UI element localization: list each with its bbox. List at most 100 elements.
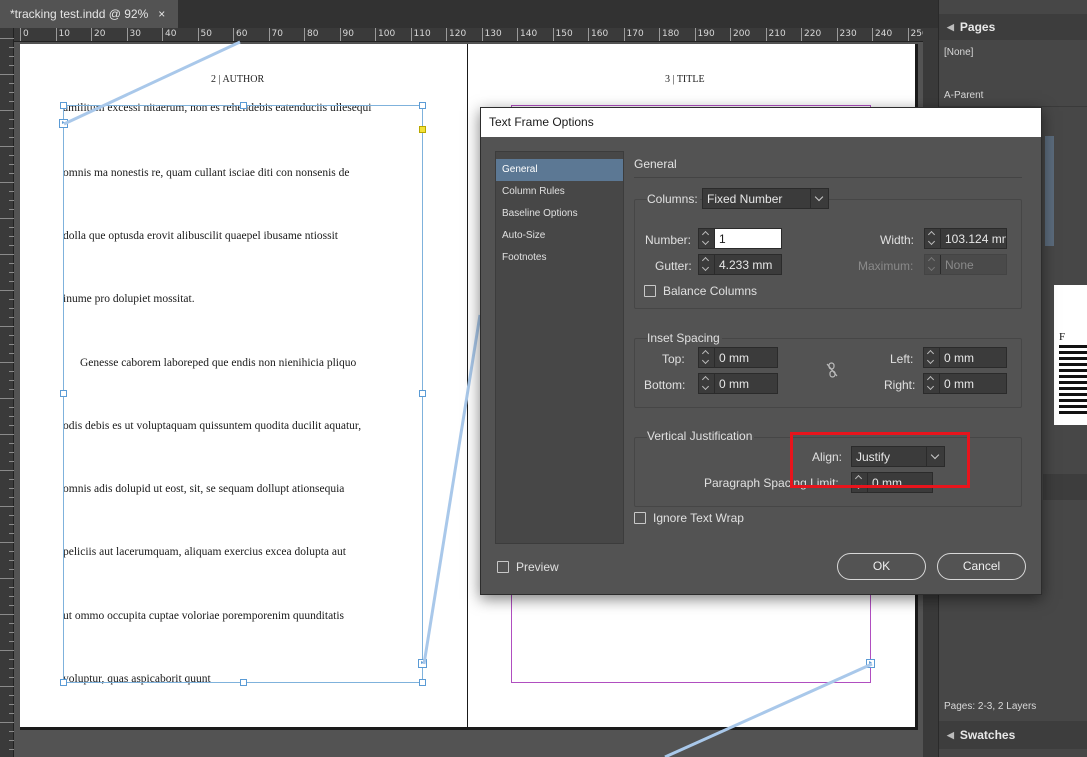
in-port-icon[interactable]: ▸	[59, 119, 68, 128]
out-port-icon[interactable]: ▸	[418, 659, 427, 668]
inset-left-stepper[interactable]	[924, 348, 940, 367]
ok-button[interactable]: OK	[837, 553, 926, 580]
ruler-tick	[0, 578, 14, 579]
inset-top-field[interactable]	[698, 347, 778, 368]
ruler-tick-label: 140	[517, 28, 537, 41]
a-parent-label[interactable]: A-Parent	[944, 90, 983, 101]
number-input[interactable]	[715, 229, 781, 248]
ruler-tick	[0, 290, 14, 291]
ignore-text-wrap-checkbox[interactable]	[634, 512, 646, 524]
ruler-tick-label: 130	[481, 28, 502, 41]
inset-bottom-field[interactable]	[698, 373, 778, 394]
inset-right-stepper[interactable]	[924, 374, 940, 393]
sidebar-item-column-rules[interactable]: Column Rules	[496, 181, 623, 203]
frame-handle[interactable]	[419, 390, 426, 397]
ruler-tick	[9, 452, 14, 453]
width-stepper[interactable]	[925, 229, 941, 248]
ruler-tick	[0, 398, 14, 399]
frame-handle[interactable]	[60, 390, 67, 397]
none-parent-label[interactable]: [None]	[944, 47, 973, 58]
maximum-field[interactable]	[924, 254, 1007, 275]
gutter-field[interactable]	[698, 254, 782, 275]
number-label: Number:	[645, 233, 692, 247]
inset-bottom-label: Bottom:	[644, 378, 686, 392]
frame-handle[interactable]	[419, 102, 426, 109]
page-thumbnail-left[interactable]	[1045, 136, 1054, 246]
frame-handle[interactable]	[419, 679, 426, 686]
inset-left-input[interactable]	[940, 348, 1006, 367]
live-corner-handle[interactable]	[419, 126, 426, 133]
ruler-tick-label: 230	[836, 28, 857, 41]
ruler-tick	[9, 389, 14, 390]
inset-left-field[interactable]	[923, 347, 1007, 368]
close-icon[interactable]: ×	[158, 7, 165, 21]
document-tab[interactable]: *tracking test.indd @ 92% ×	[0, 0, 178, 28]
ruler-tick	[9, 47, 14, 48]
ruler-tick	[0, 686, 14, 687]
sidebar-item-footnotes[interactable]: Footnotes	[496, 247, 623, 269]
section-title: General	[634, 157, 677, 171]
frame-handle[interactable]	[60, 679, 67, 686]
thumb-line	[1059, 405, 1087, 408]
gutter-input[interactable]	[715, 255, 781, 274]
panel-toolbar	[1043, 474, 1087, 500]
ruler-tick	[9, 245, 14, 246]
chevron-down-icon	[810, 189, 828, 208]
collapse-icon[interactable]: ◀	[947, 22, 954, 33]
inset-bottom-stepper[interactable]	[699, 374, 715, 393]
thumbnail-letter: F	[1059, 331, 1066, 343]
ruler-tick	[9, 299, 14, 300]
inset-right-field[interactable]	[923, 373, 1007, 394]
number-field[interactable]	[698, 228, 782, 249]
ruler-tick	[9, 56, 14, 57]
out-port-icon[interactable]: ▸	[866, 659, 875, 668]
ruler-tick	[0, 722, 14, 723]
frame-handle[interactable]	[240, 679, 247, 686]
ruler-tick	[0, 470, 14, 471]
page-thumbnail-right[interactable]: F	[1054, 285, 1087, 425]
frame-handle[interactable]	[60, 102, 67, 109]
gutter-stepper[interactable]	[699, 255, 715, 274]
swatches-panel-header[interactable]: ◀ Swatches	[939, 721, 1087, 749]
vertical-ruler[interactable]	[0, 28, 14, 757]
inset-bottom-input[interactable]	[715, 374, 777, 393]
sidebar-item-general[interactable]: General	[496, 159, 623, 181]
ruler-tick	[9, 515, 14, 516]
inset-top-stepper[interactable]	[699, 348, 715, 367]
maximum-input[interactable]	[941, 255, 1006, 274]
section-divider	[634, 177, 1022, 178]
thumb-line	[1059, 351, 1087, 354]
ruler-tick	[9, 65, 14, 66]
columns-mode-select[interactable]: Fixed Number	[702, 188, 829, 209]
swatches-panel-title: Swatches	[959, 728, 1016, 742]
ruler-tick	[9, 713, 14, 714]
inset-right-input[interactable]	[940, 374, 1006, 393]
cancel-button[interactable]: Cancel	[937, 553, 1026, 580]
ruler-tick	[9, 92, 14, 93]
chain-link-icon[interactable]	[826, 362, 838, 378]
number-stepper[interactable]	[699, 229, 715, 248]
maximum-stepper[interactable]	[925, 255, 941, 274]
dialog-title: Text Frame Options	[481, 108, 1041, 137]
inset-top-input[interactable]	[715, 348, 777, 367]
horizontal-ruler[interactable]: 0 10 20 30 40 50 60 70 80 90 100 110 120 130 140 150 160…	[14, 28, 938, 42]
text-frame-left[interactable]	[63, 105, 423, 683]
ruler-tick	[0, 74, 14, 75]
collapse-icon[interactable]: ◀	[947, 730, 954, 741]
frame-handle[interactable]	[240, 102, 247, 109]
ruler-tick	[0, 542, 14, 543]
left-page-folio: 2 | AUTHOR	[211, 74, 265, 85]
width-field[interactable]	[924, 228, 1007, 249]
vertical-justification-title: Vertical Justification	[647, 429, 755, 443]
ruler-tick	[9, 308, 14, 309]
balance-columns-checkbox[interactable]	[644, 285, 656, 297]
ruler-tick	[0, 362, 14, 363]
sidebar-item-auto-size[interactable]: Auto-Size	[496, 225, 623, 247]
ruler-tick	[0, 434, 14, 435]
preview-checkbox[interactable]	[497, 561, 509, 573]
pages-panel-header[interactable]: ◀ Pages	[939, 14, 1087, 40]
ruler-tick-label: 190	[694, 28, 715, 41]
sidebar-item-baseline-options[interactable]: Baseline Options	[496, 203, 623, 225]
ruler-tick	[9, 632, 14, 633]
width-input[interactable]	[941, 229, 1006, 248]
